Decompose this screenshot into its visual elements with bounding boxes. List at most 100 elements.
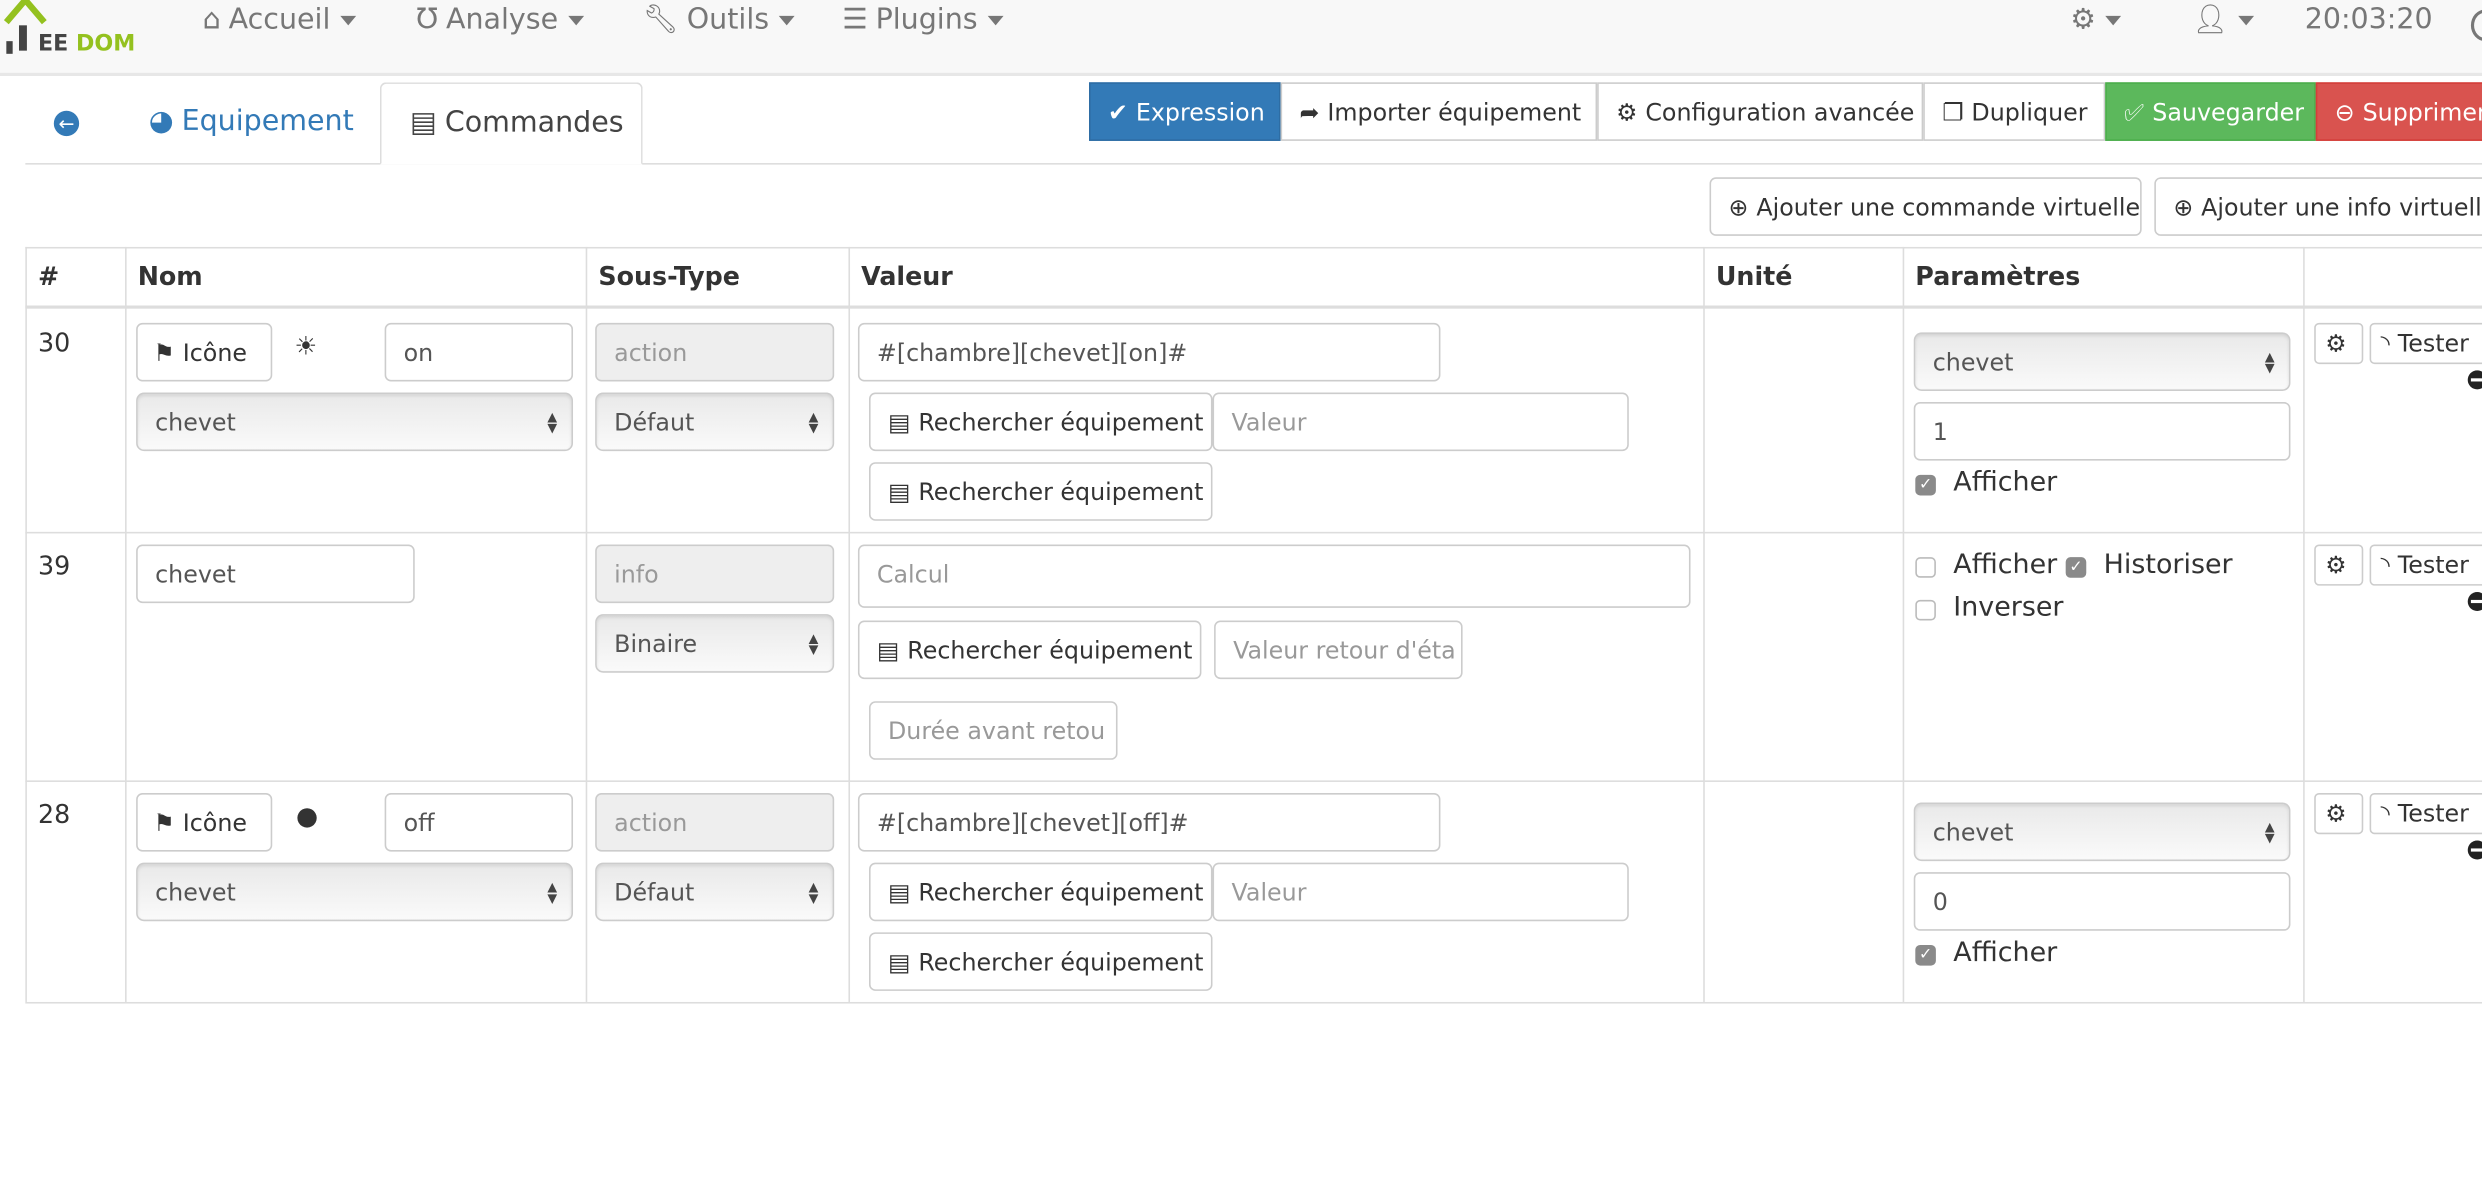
caret-down-icon	[778, 15, 795, 26]
nav-accueil[interactable]: ⌂ Accueil	[203, 3, 356, 36]
test-button[interactable]: ◝ Tester	[2369, 793, 2482, 835]
value-input[interactable]: #[chambre][chevet][on]#	[857, 322, 1441, 382]
afficher-checkbox[interactable]	[1915, 557, 1936, 578]
search-equipment-button[interactable]: ▤ Rechercher équipement	[857, 620, 1202, 680]
header-sous-type: Sous-Type	[598, 261, 740, 292]
import-equipment-button[interactable]: ➦ Importer équipement	[1280, 82, 1598, 141]
param-select[interactable]: chevet ▲ ▼	[1913, 802, 2291, 862]
return-value-input[interactable]: Valeur retour d'éta	[1214, 620, 1463, 680]
select-arrows-icon: ▲ ▼	[808, 409, 819, 436]
name-input[interactable]: on	[384, 322, 574, 382]
param-value-input[interactable]: 0	[1913, 872, 2291, 931]
plus-circle-icon: ⊕	[2173, 192, 2194, 221]
check-icon: ✔	[1108, 97, 1128, 126]
cogs-icon: ⚙	[2325, 550, 2347, 580]
config-button[interactable]: ⚙	[2314, 544, 2364, 586]
duplicate-button[interactable]: ❐ Dupliquer	[1923, 82, 2106, 141]
inverser-label: Inverser	[1953, 592, 2064, 624]
header-valeur: Valeur	[861, 261, 953, 292]
user-icon: 👤︎	[2192, 3, 2229, 37]
select-arrows-icon: ▲ ▼	[547, 880, 558, 906]
cogs-icon: ⚙	[2325, 799, 2347, 828]
table-row: 39 chevet info Binaire ▲ ▼ Calcul ▤ Recherc…	[0, 532, 2482, 781]
subtype-select[interactable]: Binaire ▲ ▼	[595, 614, 835, 673]
list-alt-icon: ▤	[888, 407, 911, 437]
value-input[interactable]: #[chambre][chevet][off]#	[857, 793, 1441, 852]
afficher-checkbox[interactable]: ✓	[1915, 474, 1936, 496]
help-icon[interactable]	[2470, 9, 2482, 42]
wrench-icon: 🔧︎	[642, 3, 679, 37]
gears-icon: ⚙	[2070, 3, 2096, 37]
jeedom-logo[interactable]: EE DOM	[3, 0, 145, 57]
object-select[interactable]: chevet ▲ ▼	[136, 862, 574, 922]
header-nom: Nom	[137, 261, 203, 292]
tab-equipement[interactable]: ◕ Equipement	[149, 104, 354, 137]
tab-back[interactable]: ←	[53, 104, 80, 137]
object-select[interactable]: chevet ▲ ▼	[136, 392, 574, 452]
caret-down-icon	[987, 15, 1003, 26]
nav-outils[interactable]: 🔧︎ Outils	[643, 3, 795, 36]
icon-button[interactable]: ⚑ Icône	[136, 322, 273, 382]
row-id: 30	[37, 327, 71, 358]
svg-text:EE: EE	[38, 31, 68, 57]
list-alt-icon: ▤	[876, 635, 900, 665]
test-button[interactable]: ◝ Tester	[2369, 322, 2482, 365]
nav-analyse[interactable]: Ʊ Analyse	[416, 3, 584, 37]
caret-down-icon	[339, 15, 356, 26]
historiser-checkbox[interactable]: ✓	[2065, 557, 2087, 578]
value-field[interactable]: Valeur	[1212, 392, 1629, 452]
remove-command-icon[interactable]	[2467, 592, 2482, 611]
param-value-input[interactable]: 1	[1913, 402, 2291, 461]
add-virtual-command-button[interactable]: ⊕ Ajouter une commande virtuelle	[1709, 177, 2142, 236]
user-menu[interactable]: 👤︎	[2192, 3, 2254, 36]
plus-circle-icon: ⊕	[1728, 192, 1749, 221]
add-virtual-info-button[interactable]: ⊕ Ajouter une info virtuelle	[2154, 177, 2482, 236]
list-alt-icon: ▤	[888, 947, 911, 976]
delete-button[interactable]: ⊖ Supprimer	[2315, 82, 2482, 141]
stethoscope-icon: Ʊ	[416, 3, 439, 37]
test-button[interactable]: ◝ Tester	[2369, 544, 2482, 586]
settings-menu[interactable]: ⚙	[2070, 3, 2122, 37]
lightbulb-on-icon: ☀	[294, 330, 318, 361]
tab-commandes[interactable]: ▤ Commandes	[379, 82, 643, 165]
tasks-icon: ☰	[842, 3, 868, 37]
subtype-select[interactable]: Défaut ▲ ▼	[595, 862, 835, 922]
param-select[interactable]: chevet ▲ ▼	[1913, 332, 2291, 391]
return-duration-input[interactable]: Durée avant retou	[869, 701, 1118, 760]
afficher-checkbox[interactable]: ✓	[1915, 944, 1936, 966]
search-equipment-button[interactable]: ▤ Rechercher équipement	[869, 462, 1213, 521]
table-row: 30 ⚑ Icône ☀ on chevet ▲ ▼ action Défaut ▲ ▼ …	[0, 309, 2482, 532]
select-arrows-icon: ▲ ▼	[808, 631, 819, 657]
save-button[interactable]: ✅︎ Sauvegarder	[2105, 82, 2316, 141]
cogs-icon: ⚙	[1616, 97, 1638, 126]
select-arrows-icon: ▲ ▼	[2264, 349, 2275, 376]
search-equipment-button[interactable]: ▤ Rechercher équipement	[869, 932, 1213, 991]
caret-down-icon	[567, 15, 584, 26]
search-equipment-button[interactable]: ▤ Rechercher équipement	[869, 862, 1213, 922]
nav-plugins[interactable]: ☰ Plugins	[842, 3, 1003, 36]
advanced-config-button[interactable]: ⚙ Configuration avancée	[1597, 82, 1924, 141]
type-input: action	[595, 322, 835, 382]
remove-command-icon[interactable]	[2467, 840, 2482, 860]
search-equipment-button[interactable]: ▤ Rechercher équipement	[869, 392, 1213, 452]
value-field[interactable]: Valeur	[1212, 862, 1629, 922]
name-input[interactable]: off	[384, 793, 574, 852]
type-input: info	[595, 544, 835, 604]
config-button[interactable]: ⚙	[2314, 793, 2364, 835]
minus-circle-icon: ⊖	[2334, 97, 2355, 126]
flag-icon: ⚑	[153, 808, 175, 837]
select-arrows-icon: ▲ ▼	[547, 409, 558, 436]
expression-button[interactable]: ✔ Expression	[1089, 82, 1281, 141]
inverser-checkbox[interactable]	[1915, 599, 1936, 621]
subtype-select[interactable]: Défaut ▲ ▼	[595, 392, 835, 452]
lightbulb-icon: ●	[296, 800, 319, 832]
check-circle-icon: ✅︎	[2124, 97, 2145, 126]
header-unite: Unité	[1715, 261, 1793, 292]
select-arrows-icon: ▲ ▼	[808, 880, 819, 906]
flag-icon: ⚑	[153, 337, 175, 367]
icon-button[interactable]: ⚑ Icône	[136, 793, 273, 852]
name-input[interactable]: chevet	[136, 544, 415, 604]
calcul-textarea[interactable]: Calcul	[857, 544, 1691, 608]
config-button[interactable]: ⚙	[2314, 322, 2364, 365]
remove-command-icon[interactable]	[2467, 370, 2482, 390]
